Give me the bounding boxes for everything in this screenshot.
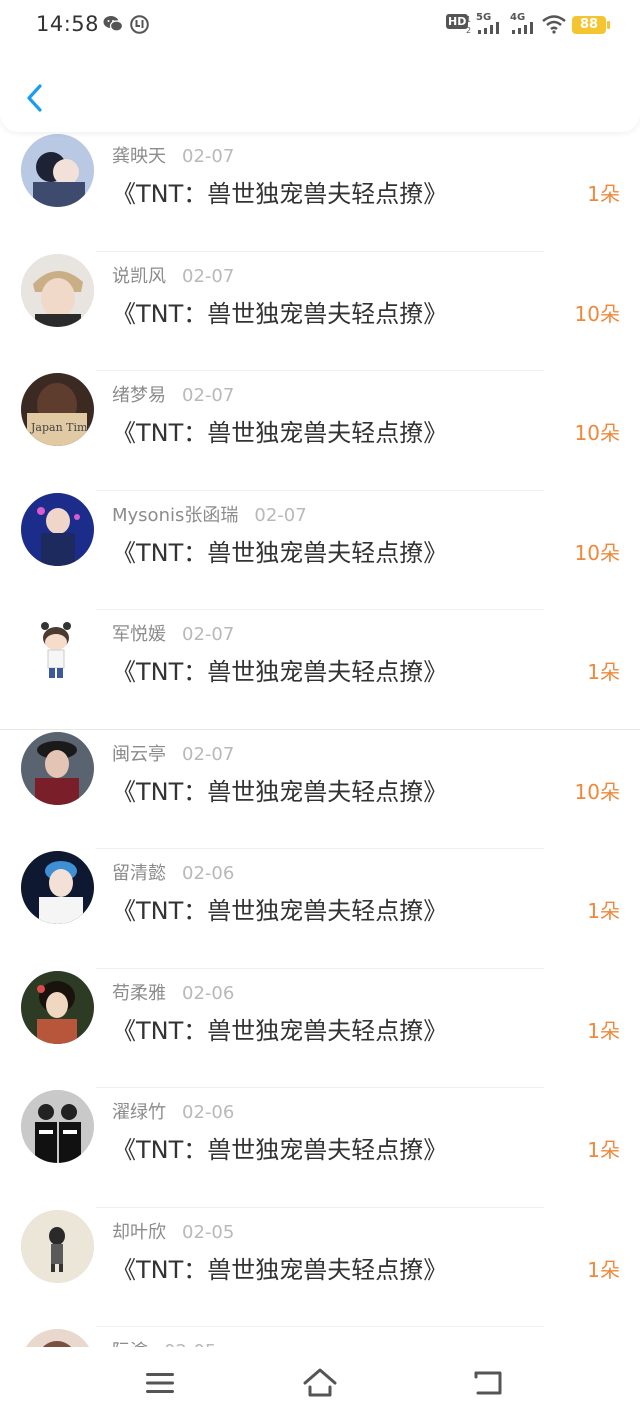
flower-amount: 1朵 bbox=[587, 1257, 620, 1282]
date: 02-07 bbox=[182, 624, 235, 645]
flower-amount: 1朵 bbox=[587, 660, 620, 684]
list-item[interactable]: Mysonis张函瑞 02-07 《TNT：兽世独宠兽夫轻点撩》 10朵 bbox=[0, 491, 640, 610]
book-title: 《TNT：兽世独宠兽夫轻点撩》 bbox=[112, 1136, 448, 1164]
user-name: 龚映天 bbox=[112, 146, 166, 167]
date: 02-06 bbox=[182, 1102, 235, 1123]
list-item[interactable]: 留清懿 02-06 《TNT：兽世独宠兽夫轻点撩》 1朵 bbox=[0, 849, 640, 969]
battery-icon: 88 bbox=[572, 16, 610, 34]
wifi-icon bbox=[542, 15, 566, 34]
svg-text:2: 2 bbox=[466, 26, 471, 34]
list-item[interactable]: Japan Tims 绪梦易 02-07 《TNT：兽世独宠兽夫轻点撩》 10朵 bbox=[0, 371, 640, 491]
flower-amount: 1朵 bbox=[587, 1138, 620, 1162]
chevron-left-icon[interactable] bbox=[22, 80, 50, 116]
user-name: 说凯风 bbox=[112, 265, 166, 287]
flower-amount: 1朵 bbox=[587, 899, 620, 923]
book-title: 《TNT：兽世独宠兽夫轻点撩》 bbox=[112, 538, 448, 567]
avatar[interactable] bbox=[21, 731, 94, 805]
user-name: 濯绿竹 bbox=[112, 1102, 166, 1123]
back-nav-icon[interactable] bbox=[470, 1365, 506, 1401]
user-name: 却叶欣 bbox=[112, 1221, 166, 1243]
avatar[interactable] bbox=[21, 253, 94, 327]
book-title: 《TNT：兽世独宠兽夫轻点撩》 bbox=[112, 299, 448, 328]
status-time: 14:58 bbox=[36, 12, 100, 36]
flower-amount: 10朵 bbox=[574, 421, 620, 445]
top-bar: 14:58 HD 1 2 5G 4G 88 bbox=[0, 0, 640, 132]
date: 02-07 bbox=[182, 385, 235, 406]
sim-index-icon: 1 2 bbox=[466, 15, 471, 34]
shield-icon bbox=[130, 15, 149, 34]
wechat-icon bbox=[103, 16, 123, 32]
book-title: 《TNT：兽世独宠兽夫轻点撩》 bbox=[112, 1016, 448, 1045]
book-title: 《TNT：兽世独宠兽夫轻点撩》 bbox=[112, 1255, 448, 1284]
book-title: 《TNT：兽世独宠兽夫轻点撩》 bbox=[112, 897, 448, 925]
menu-icon[interactable] bbox=[142, 1365, 178, 1401]
date: 02-07 bbox=[254, 504, 307, 526]
list-item[interactable]: 却叶欣 02-05 《TNT：兽世独宠兽夫轻点撩》 1朵 bbox=[0, 1208, 640, 1327]
hd-label: HD bbox=[446, 14, 469, 29]
avatar[interactable] bbox=[21, 851, 94, 924]
signal-icon-2 bbox=[512, 22, 533, 34]
user-name: 闽云亭 bbox=[112, 743, 166, 765]
user-name: 绪梦易 bbox=[112, 385, 166, 406]
flower-amount: 10朵 bbox=[574, 301, 620, 326]
date: 02-07 bbox=[182, 265, 235, 287]
avatar[interactable]: Japan Tims bbox=[21, 373, 94, 446]
date: 02-06 bbox=[182, 982, 235, 1004]
book-title: 《TNT：兽世独宠兽夫轻点撩》 bbox=[112, 658, 448, 686]
list-item[interactable]: 濯绿竹 02-06 《TNT：兽世独宠兽夫轻点撩》 1朵 bbox=[0, 1088, 640, 1208]
book-title: 《TNT：兽世独宠兽夫轻点撩》 bbox=[112, 419, 448, 447]
list-item[interactable]: 苟柔雅 02-06 《TNT：兽世独宠兽夫轻点撩》 1朵 bbox=[0, 969, 640, 1088]
date: 02-07 bbox=[182, 146, 235, 167]
svg-text:1: 1 bbox=[466, 15, 471, 24]
date: 02-05 bbox=[182, 1221, 235, 1243]
book-title: 《TNT：兽世独宠兽夫轻点撩》 bbox=[112, 180, 448, 208]
avatar[interactable] bbox=[21, 492, 94, 566]
status-bar: 14:58 HD 1 2 5G 4G 88 bbox=[0, 0, 640, 50]
flower-amount: 1朵 bbox=[587, 1018, 620, 1043]
home-icon[interactable] bbox=[302, 1365, 338, 1401]
app-screen: 14:58 HD 1 2 5G 4G 88 龚映天 02-07 《TNT：兽世独… bbox=[0, 0, 640, 1423]
gift-record-list: 龚映天 02-07 《TNT：兽世独宠兽夫轻点撩》 1朵 说凯风 02-07 《TN… bbox=[0, 132, 640, 1402]
signal-icon bbox=[478, 22, 499, 34]
date: 02-07 bbox=[182, 743, 235, 765]
user-name: Mysonis张函瑞 bbox=[112, 504, 239, 526]
list-item[interactable]: 闽云亭 02-07 《TNT：兽世独宠兽夫轻点撩》 10朵 bbox=[0, 730, 640, 849]
avatar[interactable] bbox=[21, 1209, 94, 1283]
system-nav-bar bbox=[0, 1347, 640, 1423]
list-item[interactable]: 龚映天 02-07 《TNT：兽世独宠兽夫轻点撩》 1朵 bbox=[0, 132, 640, 252]
avatar[interactable] bbox=[21, 134, 94, 207]
svg-text:Japan Tims: Japan Tims bbox=[30, 421, 93, 434]
flower-amount: 10朵 bbox=[574, 779, 620, 804]
list-item[interactable]: 军悦媛 02-07 《TNT：兽世独宠兽夫轻点撩》 1朵 bbox=[0, 610, 640, 730]
avatar[interactable] bbox=[21, 1090, 94, 1163]
flower-amount: 10朵 bbox=[574, 540, 620, 565]
date: 02-06 bbox=[182, 863, 235, 884]
user-name: 苟柔雅 bbox=[112, 982, 166, 1004]
flower-amount: 1朵 bbox=[587, 182, 620, 206]
book-title: 《TNT：兽世独宠兽夫轻点撩》 bbox=[112, 777, 448, 806]
avatar[interactable] bbox=[21, 612, 94, 685]
avatar[interactable] bbox=[21, 970, 94, 1044]
list-item[interactable]: 说凯风 02-07 《TNT：兽世独宠兽夫轻点撩》 10朵 bbox=[0, 252, 640, 371]
user-name: 留清懿 bbox=[112, 863, 166, 884]
user-name: 军悦媛 bbox=[112, 624, 166, 645]
